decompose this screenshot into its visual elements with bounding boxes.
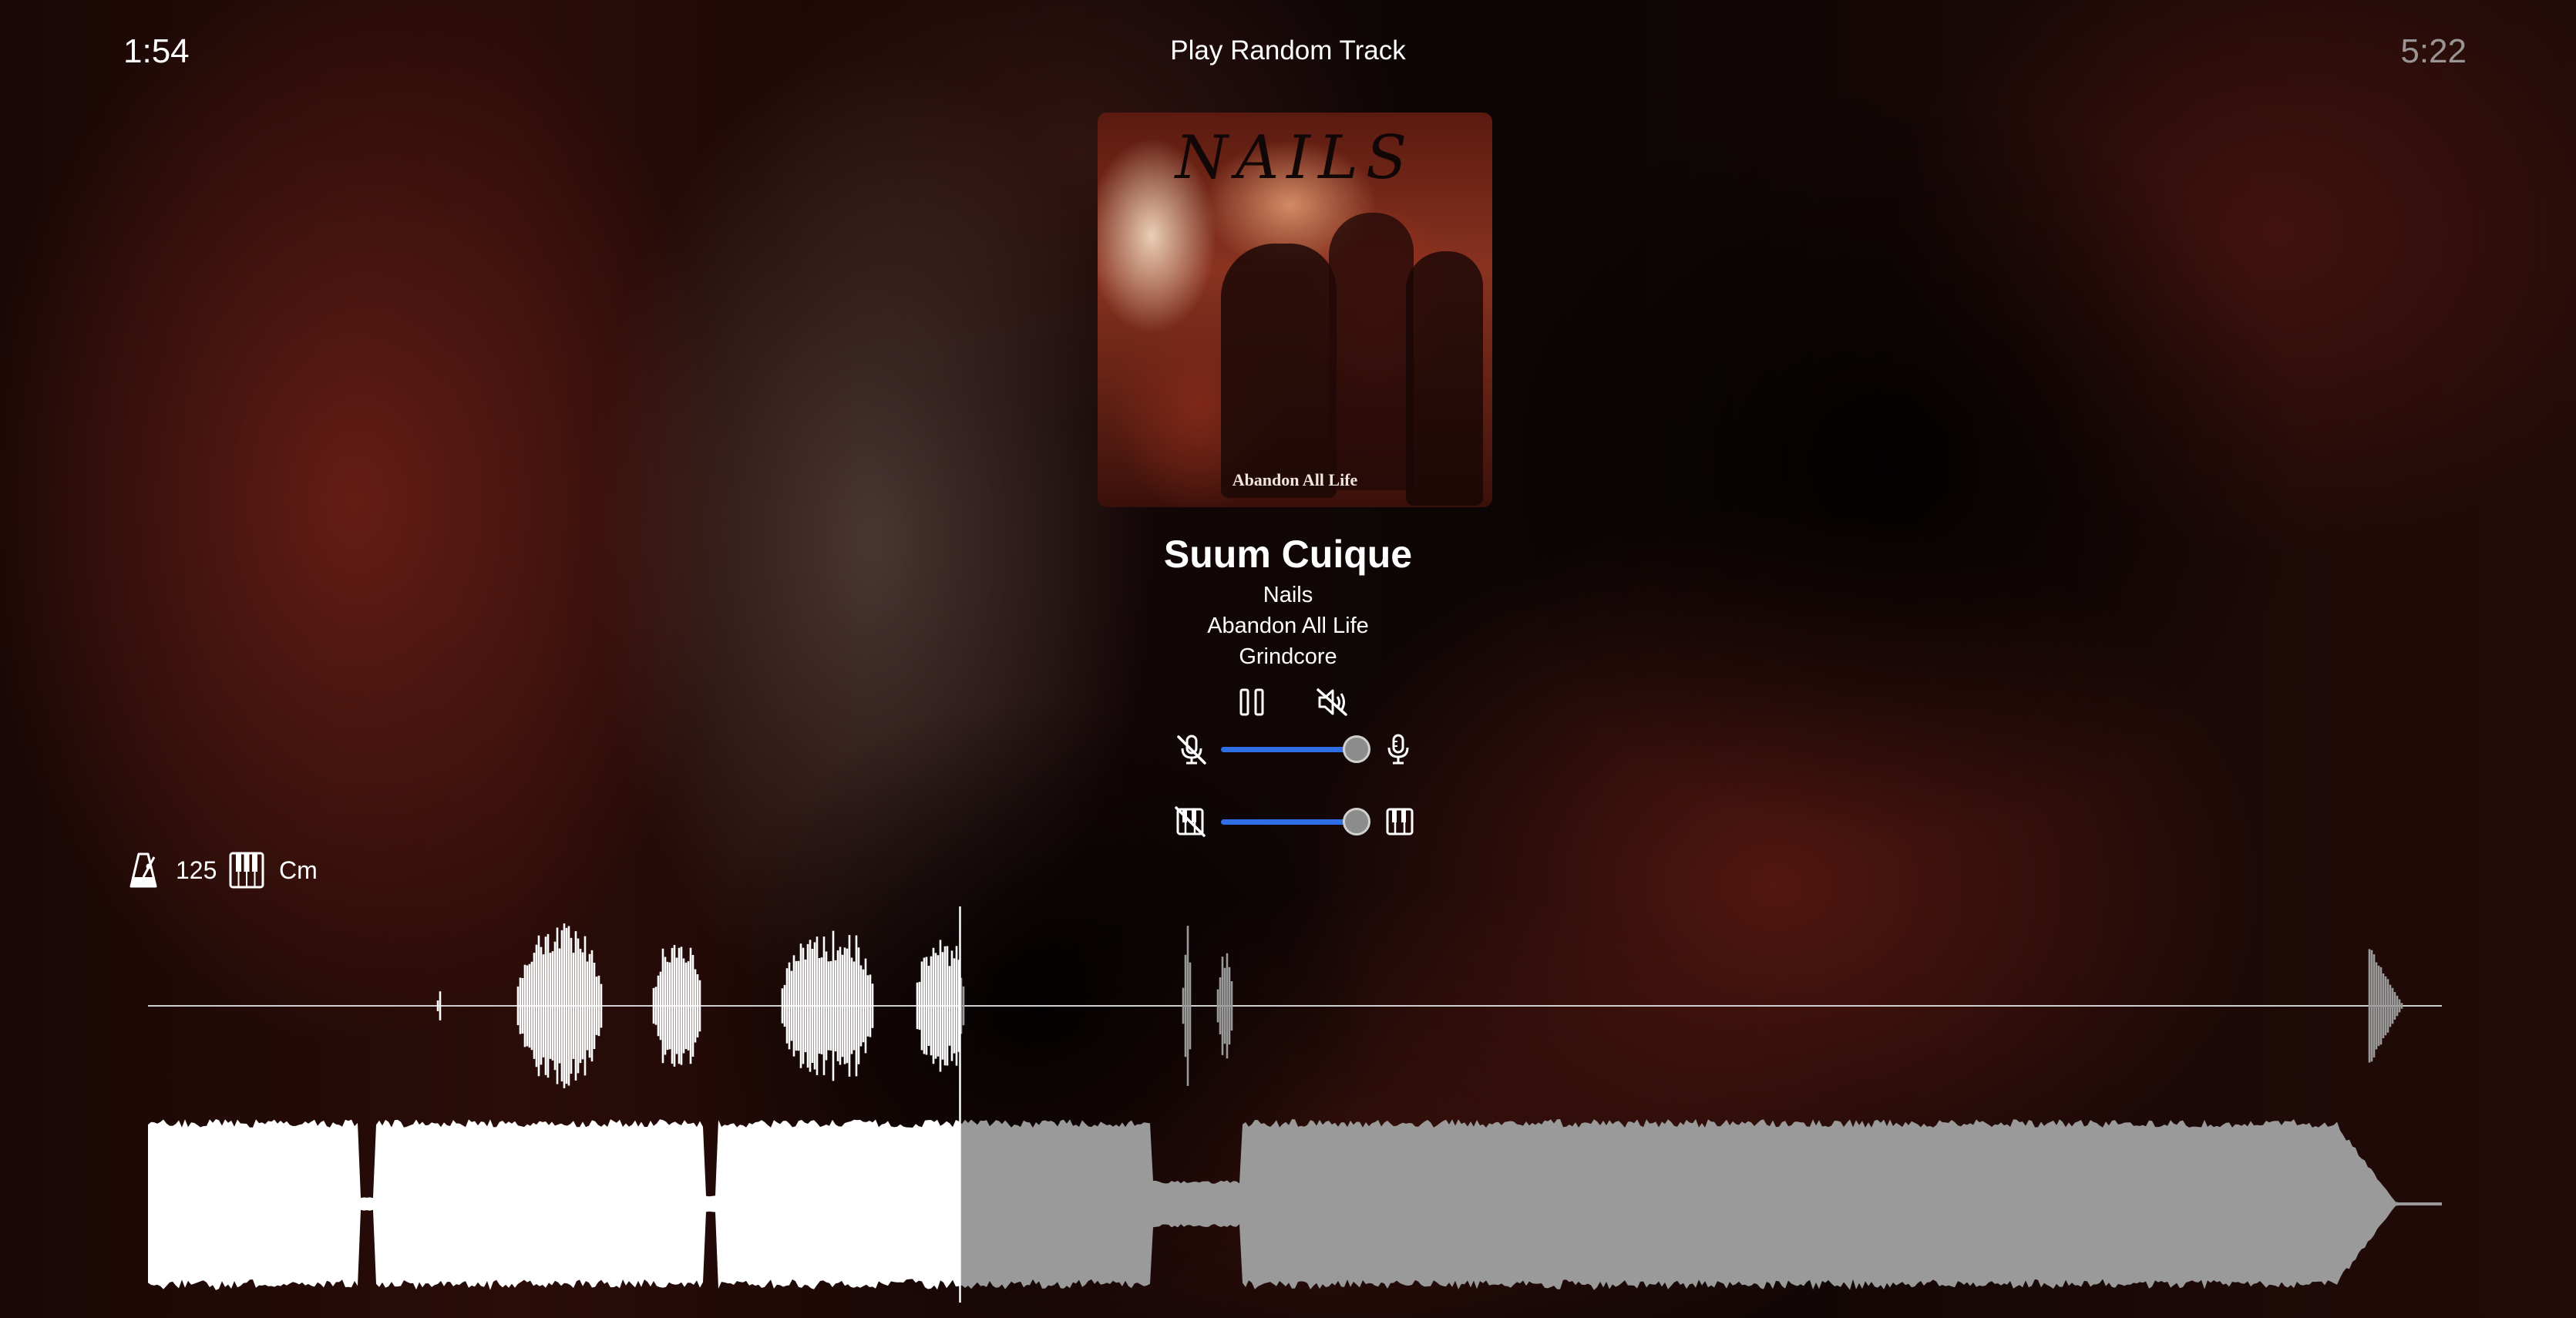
play-random-track-button[interactable]: Play Random Track (0, 35, 2576, 66)
musical-key: Cm (279, 856, 318, 884)
track-album: Abandon All Life (1207, 614, 1369, 638)
album-art: NAILS Abandon All Life (1098, 113, 1492, 507)
vocals-off-button[interactable] (1175, 732, 1209, 766)
instrumental-slider-thumb[interactable] (1343, 808, 1370, 836)
vocals-on-button[interactable] (1383, 732, 1414, 766)
piano-keys-icon (229, 852, 264, 889)
speaker-muted-icon (1317, 688, 1347, 716)
microphone-off-icon (1177, 735, 1206, 765)
onset-lane (148, 923, 2442, 1088)
instrumental-on-button[interactable] (1384, 806, 1415, 837)
vocals-slider-thumb[interactable] (1343, 735, 1370, 763)
piano-off-icon (1175, 806, 1206, 837)
pause-button[interactable] (1236, 687, 1267, 718)
piano-icon (1386, 808, 1414, 836)
metronome-icon (129, 852, 157, 888)
track-genre: Grindcore (1239, 644, 1337, 669)
mute-button[interactable] (1315, 687, 1349, 718)
microphone-icon (1387, 734, 1409, 765)
bpm-value: 125 (176, 856, 217, 884)
pause-icon (1239, 688, 1264, 716)
waveform-seek-bar[interactable] (0, 894, 2576, 1318)
track-artist: Nails (1263, 583, 1313, 607)
main-waveform (148, 1119, 2442, 1290)
vocals-volume-slider[interactable] (1221, 735, 1370, 763)
track-title: Suum Cuique (1163, 533, 1413, 576)
total-duration: 5:22 (2400, 32, 2467, 70)
album-art-caption: Abandon All Life (1232, 470, 1358, 489)
album-art-logo: NAILS (1175, 123, 1415, 193)
instrumental-off-button[interactable] (1175, 806, 1206, 837)
instrumental-volume-slider[interactable] (1221, 808, 1370, 836)
